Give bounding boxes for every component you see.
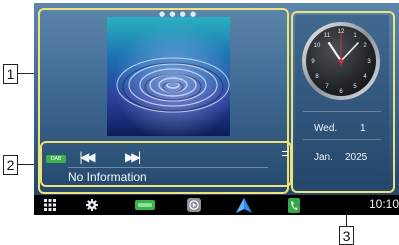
clock-time-display: 10:10	[368, 197, 399, 211]
apps-grid-icon[interactable]	[42, 198, 58, 212]
album-artwork[interactable]	[107, 17, 230, 136]
weekday-label: Wed.	[314, 123, 338, 134]
head-unit-screen: ● ● ● ● DAB |◀◀ ▶▶| No Information 12 1 …	[34, 3, 399, 215]
source-logo-icon: DAB	[46, 155, 66, 163]
month-label: Jan.	[314, 152, 333, 163]
callout-label-2: 2	[3, 155, 18, 175]
media-status-text: No Information	[68, 170, 147, 184]
media-play-icon[interactable]	[185, 198, 203, 212]
clock-widget[interactable]: 12 1 2 3 4 5 6 7 8 9 10 11 Wed. 1 Jan. 2…	[295, 15, 389, 185]
navigation-arrow-icon[interactable]	[235, 197, 253, 213]
water-ripple-image	[107, 17, 230, 136]
date-separator	[303, 139, 381, 140]
callout-label-3: 3	[339, 226, 354, 245]
media-divider	[68, 167, 268, 168]
svg-text:10: 10	[314, 43, 321, 49]
svg-text:11: 11	[324, 33, 331, 39]
dab-source-icon[interactable]	[134, 198, 156, 212]
settings-gear-icon[interactable]	[84, 198, 100, 212]
bottom-taskbar: 10:10	[34, 195, 399, 215]
phone-icon[interactable]	[287, 197, 301, 213]
next-track-button[interactable]: ▶▶|	[125, 150, 141, 164]
year-label: 2025	[345, 152, 368, 163]
menu-icon[interactable]	[282, 151, 288, 156]
previous-track-button[interactable]: |◀◀	[79, 150, 95, 164]
analog-clock-face: 12 1 2 3 4 5 6 7 8 9 10 11	[302, 22, 380, 100]
day-label: 1	[360, 123, 366, 134]
clock-separator	[303, 111, 381, 112]
media-control-bar[interactable]: DAB |◀◀ ▶▶| No Information	[43, 143, 290, 185]
callout-label-1: 1	[3, 64, 18, 84]
